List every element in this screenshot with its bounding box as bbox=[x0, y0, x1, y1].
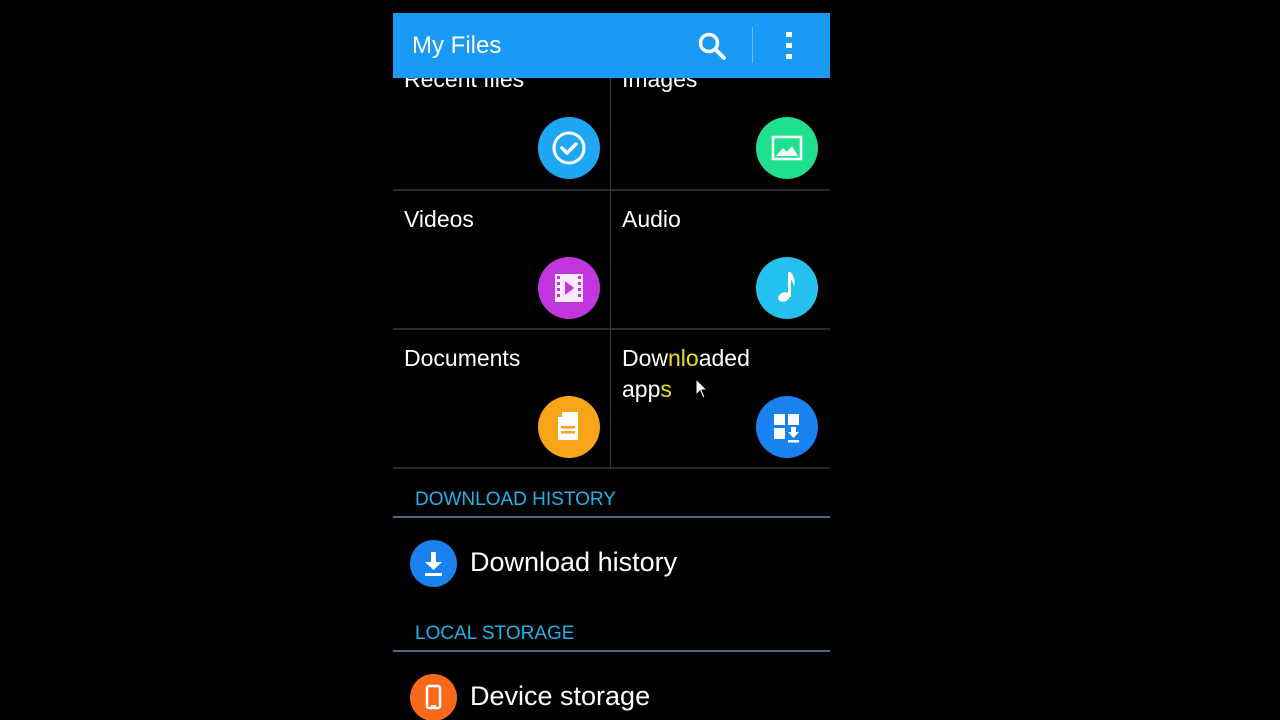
document-icon bbox=[538, 396, 600, 458]
category-audio[interactable]: Audio bbox=[611, 190, 828, 329]
section-divider bbox=[393, 650, 830, 652]
list-item-label: Device storage bbox=[470, 681, 651, 711]
phone-screen: My Files Recent files Images Videos Audi… bbox=[393, 0, 830, 720]
section-header-download-history: DOWNLOAD HISTORY bbox=[415, 489, 616, 510]
section-divider bbox=[393, 516, 830, 518]
category-videos[interactable]: Videos bbox=[393, 190, 610, 329]
list-item-label: Download history bbox=[470, 547, 678, 577]
toolbar-divider bbox=[752, 27, 753, 63]
download-icon bbox=[410, 540, 457, 587]
list-item-device-storage[interactable]: Device storage bbox=[393, 667, 830, 720]
clock-check-icon bbox=[538, 117, 600, 179]
mouse-cursor-icon bbox=[695, 378, 709, 399]
app-title: My Files bbox=[412, 32, 502, 59]
image-icon bbox=[756, 117, 818, 179]
category-label: Documents bbox=[404, 345, 521, 371]
category-label: Audio bbox=[622, 206, 681, 232]
category-downloaded-apps[interactable]: Downloaded apps bbox=[611, 329, 828, 468]
list-item-download-history[interactable]: Download history bbox=[393, 533, 830, 593]
more-vert-icon[interactable] bbox=[779, 30, 799, 62]
search-icon[interactable] bbox=[696, 30, 728, 62]
grid-divider bbox=[393, 467, 830, 469]
section-header-local-storage: LOCAL STORAGE bbox=[415, 623, 575, 644]
category-label: Downloaded apps bbox=[622, 345, 750, 402]
category-documents[interactable]: Documents bbox=[393, 329, 610, 468]
music-note-icon bbox=[756, 257, 818, 319]
category-label: Videos bbox=[404, 206, 474, 232]
phone-icon bbox=[410, 674, 457, 720]
apps-download-icon bbox=[756, 396, 818, 458]
film-play-icon bbox=[538, 257, 600, 319]
grid-vertical-divider bbox=[610, 78, 611, 468]
app-bar: My Files bbox=[393, 13, 830, 78]
